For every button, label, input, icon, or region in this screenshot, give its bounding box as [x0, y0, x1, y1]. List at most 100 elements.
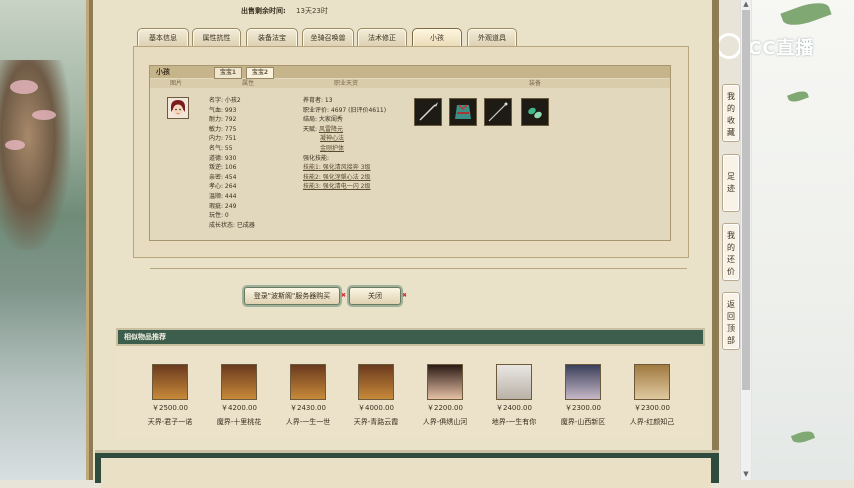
scroll-up-icon[interactable]: ▲ — [741, 0, 751, 10]
aptitude-ending: 结局: 大家闺秀 — [303, 116, 343, 124]
item-price: ￥2300.00 — [565, 404, 601, 412]
subtab-baby-2[interactable]: 宝宝2 — [246, 67, 274, 79]
similar-item[interactable]: ￥2300.00 魔界-山西新区 — [555, 364, 611, 427]
similar-item[interactable]: ￥2500.00 天界-君子一诺 — [142, 364, 198, 427]
scenery-left — [0, 0, 95, 480]
item-price: ￥2200.00 — [427, 404, 463, 412]
close-icon: ✖ — [401, 292, 407, 299]
talent-link[interactable]: 风雷降元 — [319, 126, 343, 133]
similar-items-title: 相似物品推荐 — [124, 333, 166, 341]
attr-flaw: 瑕疵: 249 — [209, 202, 237, 210]
demon-portrait-icon — [565, 364, 601, 400]
similar-items-area — [116, 346, 705, 438]
similar-item[interactable]: ￥2300.00 人界-红颜知己 — [624, 364, 680, 427]
equipment-slot[interactable] — [449, 98, 477, 126]
item-name: 人界-红颜知己 — [629, 418, 675, 426]
side-offers-button[interactable]: 我的还价 — [722, 223, 740, 281]
divider — [150, 268, 687, 269]
child-face-icon — [168, 98, 188, 118]
item-name: 魔界-十里桃花 — [216, 418, 262, 426]
tab-basic-info[interactable]: 基本信息 — [137, 28, 189, 48]
warrior-portrait-icon — [290, 364, 326, 400]
attr-fame: 名气: 55 — [209, 144, 233, 152]
close-icon: ✖ — [340, 292, 346, 299]
side-footprints-button[interactable]: 足迹 — [722, 154, 740, 212]
col-aptitude: 职业天资 — [334, 80, 359, 87]
child-portrait — [167, 97, 189, 119]
blossom-art — [32, 110, 56, 120]
item-name: 地界-一生有你 — [491, 418, 537, 426]
buy-button-label: 登录"波斯阁"服务器购买 — [253, 292, 331, 300]
attr-hp: 气血: 993 — [209, 106, 237, 114]
attr-intimacy: 亲密: 454 — [209, 173, 237, 181]
enhance-label: 强化技能: — [303, 154, 330, 162]
equipment-slot[interactable] — [414, 98, 442, 126]
close-button-label: 关闭 — [368, 292, 382, 300]
enhance-skill-link[interactable]: 技能3: 强化清电一闪 2级 — [303, 182, 386, 192]
subtab-baby-1[interactable]: 宝宝1 — [214, 67, 242, 79]
talent-label: 天赋: — [303, 125, 318, 133]
col-attributes: 属性 — [242, 80, 255, 87]
col-equipment: 装备 — [529, 80, 542, 87]
tab-equipment[interactable]: 装备法宝 — [246, 28, 298, 48]
close-button[interactable]: 关闭 ✖ — [349, 287, 407, 305]
attr-playfulness: 玩性: 0 — [209, 212, 229, 220]
item-price: ￥4200.00 — [221, 404, 257, 412]
enhance-skill-link[interactable]: 技能2: 强化涅槃心法 2级 — [303, 173, 386, 183]
bottom-frame-inner — [101, 458, 711, 488]
attr-inner-power: 内力: 751 — [209, 135, 237, 143]
warrior-portrait-icon — [221, 364, 257, 400]
tab-spells[interactable]: 法术修正 — [357, 28, 407, 48]
cc-live-logo: CC直播 — [716, 30, 831, 60]
leaf-decoration-icon — [780, 0, 832, 31]
leaf-decoration-icon — [787, 88, 809, 105]
armor-icon — [455, 104, 471, 119]
lady-portrait-icon — [427, 364, 463, 400]
similar-item[interactable]: ￥4200.00 魔界-十里桃花 — [211, 364, 267, 427]
col-picture: 图片 — [170, 80, 183, 87]
attr-rebellion: 叛逆: 106 — [209, 164, 237, 172]
scroll-thumb[interactable] — [742, 10, 750, 390]
elder-portrait-icon — [496, 364, 532, 400]
enhance-skill-link[interactable]: 技能1: 强化清风接奔 3级 — [303, 163, 386, 173]
cc-logo-text: CC直播 — [748, 38, 815, 59]
item-price: ￥2430.00 — [290, 404, 326, 412]
tab-attributes[interactable]: 属性抗性 — [192, 28, 241, 48]
item-name: 天界-君子一诺 — [147, 418, 193, 426]
buy-on-server-button[interactable]: 登录"波斯阁"服务器购买 ✖ — [244, 287, 346, 305]
side-favorites-button[interactable]: 我的收藏 — [722, 84, 740, 142]
similar-item[interactable]: ￥2200.00 人界-俱绣山河 — [417, 364, 473, 427]
page-scrollbar[interactable]: ▲ ▼ — [740, 0, 751, 480]
item-name: 魔界-山西新区 — [560, 418, 606, 426]
sale-time-value: 13天23时 — [296, 7, 328, 15]
similar-item[interactable]: ￥4000.00 天界-青路云霞 — [348, 364, 404, 427]
attr-docility: 温顺: 444 — [209, 192, 237, 200]
side-back-to-top-button[interactable]: 返回顶部 — [722, 292, 740, 350]
similar-items-header: 相似物品推荐 — [116, 328, 705, 346]
item-price: ￥4000.00 — [358, 404, 394, 412]
scroll-down-icon[interactable]: ▼ — [741, 470, 751, 480]
tab-mounts[interactable]: 坐骑召唤兽 — [302, 28, 354, 48]
similar-item[interactable]: ￥2430.00 人界-一生一世 — [280, 364, 336, 427]
sale-time: 出售剩余时间: 13天23时 — [241, 6, 328, 16]
equipment-slot[interactable] — [484, 98, 512, 126]
column-headers: 图片 属性 职业天资 装备 — [150, 79, 670, 88]
attr-growth-state: 成长状态: 已成器 — [209, 221, 255, 229]
talent-link[interactable]: 金刚护体 — [320, 145, 344, 152]
attr-stamina: 耐力: 792 — [209, 116, 237, 124]
tab-appearance[interactable]: 外观道具 — [467, 28, 517, 48]
warrior-portrait-icon — [152, 364, 188, 400]
talent-link[interactable]: 凝神心法 — [320, 135, 344, 142]
attr-filial: 孝心: 264 — [209, 183, 237, 191]
aptitude-nurturer: 养育者: 13 — [303, 97, 333, 104]
item-name: 人界-一生一世 — [285, 418, 331, 426]
item-name: 天界-青路云霞 — [353, 418, 399, 426]
bottom-frame — [95, 450, 719, 488]
child-aptitude: 养育者: 13 职业评价: 4697 (旧评价4611) 结局: 大家闺秀 天赋… — [303, 96, 386, 192]
tab-child[interactable]: 小孩 — [412, 28, 462, 48]
equipment-slot[interactable] — [521, 98, 549, 126]
similar-item[interactable]: ￥2400.00 地界-一生有你 — [486, 364, 542, 427]
aptitude-score: 职业评价: 4697 (旧评价4611) — [303, 106, 387, 114]
sage-portrait-icon — [634, 364, 670, 400]
blossom-art — [10, 80, 38, 94]
